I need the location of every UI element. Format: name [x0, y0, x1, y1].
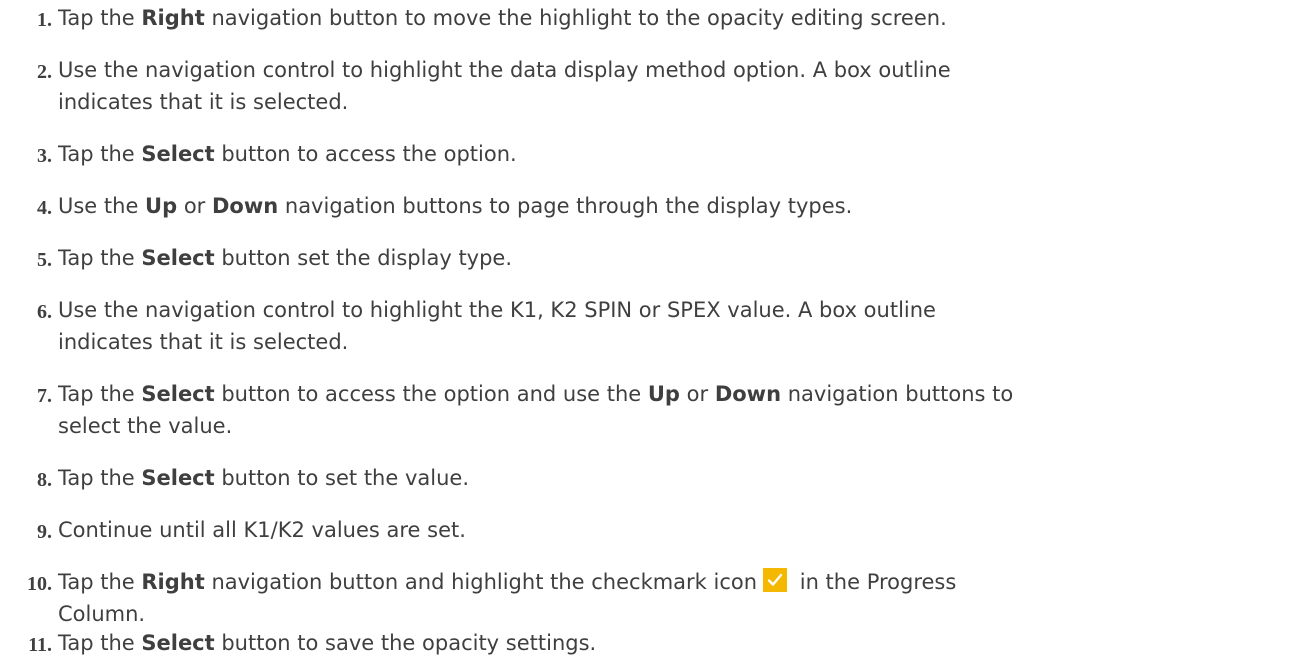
step-text: Tap the Right navigation button and high…	[58, 568, 957, 626]
step-text: Tap the Select button to access the opti…	[58, 382, 1014, 438]
select-button-ref: Select	[141, 382, 215, 406]
step-number: 3.	[37, 145, 52, 167]
step-text: Tap the Select button to save the opacit…	[58, 631, 597, 655]
step-number: 6.	[37, 301, 52, 323]
select-button-ref: Select	[141, 142, 215, 166]
step-number: 9.	[37, 521, 52, 543]
step-text: Tap the Right navigation button to move …	[58, 6, 947, 30]
down-button-ref: Down	[714, 382, 782, 406]
step-number: 11.	[28, 634, 52, 656]
select-button-ref: Select	[141, 631, 215, 655]
step-number: 4.	[37, 197, 52, 219]
down-button-ref: Down	[211, 194, 279, 218]
step-number: 8.	[37, 469, 52, 491]
step-text: Use the navigation control to highlight …	[58, 58, 951, 114]
right-button-ref: Right	[141, 570, 205, 594]
select-button-ref: Select	[141, 466, 215, 490]
step-text: Use the Up or Down navigation buttons to…	[58, 194, 853, 218]
up-button-ref: Up	[145, 194, 178, 218]
step-text: Tap the Select button to set the value.	[58, 466, 469, 490]
step-number: 10.	[27, 573, 52, 595]
right-button-ref: Right	[141, 6, 205, 30]
step-text: Continue until all K1/K2 values are set.	[58, 518, 466, 542]
step-number: 5.	[37, 249, 52, 271]
select-button-ref: Select	[141, 246, 215, 270]
up-button-ref: Up	[647, 382, 680, 406]
step-number: 7.	[37, 385, 52, 407]
step-number: 1.	[37, 9, 52, 31]
step-text: Tap the Select button set the display ty…	[58, 246, 513, 270]
step-text: Tap the Select button to access the opti…	[58, 142, 517, 166]
checkmark-icon	[763, 568, 788, 592]
step-number: 2.	[37, 61, 52, 83]
step-text: Use the navigation control to highlight …	[58, 298, 936, 354]
